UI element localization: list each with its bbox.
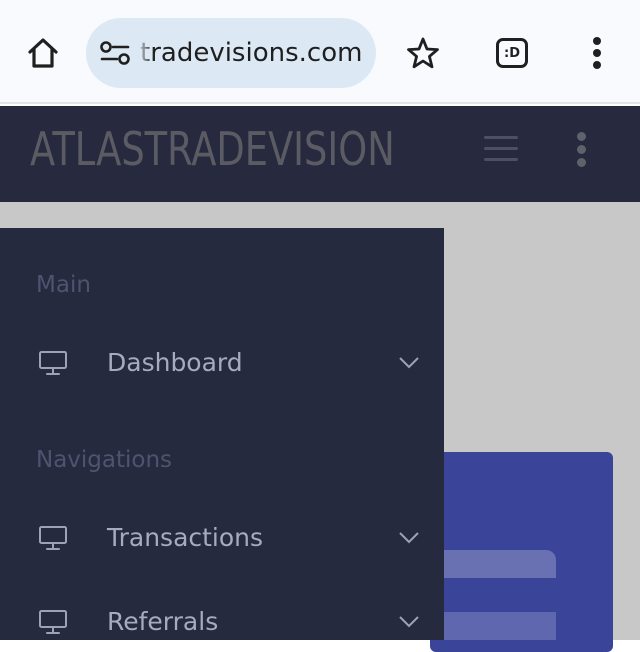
sidebar-item-label: Transactions <box>107 523 264 552</box>
sidebar-item-transactions[interactable]: Transactions <box>0 508 444 568</box>
site-settings-icon[interactable] <box>100 40 130 66</box>
address-bar[interactable]: tradevisions.com <box>86 18 376 88</box>
chevron-down-icon[interactable] <box>398 530 420 544</box>
sidebar-item-label: Referrals <box>107 607 219 636</box>
monitor-icon <box>38 525 68 551</box>
section-title-main: Main <box>36 272 91 298</box>
browser-toolbar: tradevisions.com :D <box>0 0 640 104</box>
monitor-icon <box>38 609 68 635</box>
sidebar-item-dashboard[interactable]: Dashboard <box>0 333 444 393</box>
more-options-icon[interactable] <box>566 128 596 168</box>
site-header: ATLASTRADEVISION <box>0 106 640 202</box>
tab-switcher-label: :D <box>496 38 528 68</box>
chevron-down-icon[interactable] <box>398 614 420 628</box>
chevron-down-icon[interactable] <box>398 355 420 369</box>
sidebar: Main Dashboard Navigations Transactions <box>0 228 444 640</box>
url-fade <box>136 18 154 88</box>
stat-card-bar <box>430 612 556 640</box>
url-text[interactable]: tradevisions.com <box>140 18 364 88</box>
home-icon[interactable] <box>20 30 66 76</box>
hamburger-icon[interactable] <box>484 134 518 162</box>
star-icon[interactable] <box>400 30 446 76</box>
site-brand[interactable]: ATLASTRADEVISION <box>30 106 395 192</box>
sidebar-item-label: Dashboard <box>107 348 243 377</box>
tab-switcher-button[interactable]: :D <box>489 30 535 76</box>
stat-card-bar <box>430 550 556 578</box>
browser-menu-icon[interactable] <box>574 30 620 76</box>
monitor-icon <box>38 350 68 376</box>
section-title-navigations: Navigations <box>36 447 173 473</box>
sidebar-item-referrals[interactable]: Referrals <box>0 592 444 652</box>
